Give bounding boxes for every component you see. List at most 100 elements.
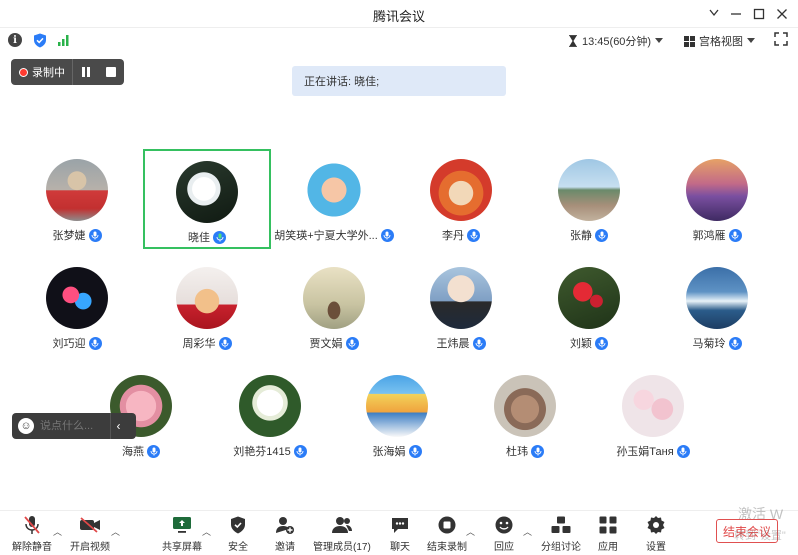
participant-name: 孙玉娟Таня [616,446,674,458]
pause-icon [81,67,90,77]
participant-name-row: 孙玉娟Таня [589,443,717,459]
chat-input[interactable] [40,420,104,432]
participant-tile[interactable]: 李丹 [397,149,525,249]
settings-button[interactable]: 设置 [645,514,667,553]
participant-tile[interactable]: 孙玉娟Таня [589,365,717,465]
reaction-label: 回应 [494,542,514,553]
chevron-up-icon[interactable]: ︿ [202,525,211,538]
mic-icon [408,444,422,458]
avatar [686,159,748,221]
participant-name-row: 王炜晨 [397,335,525,351]
participant-name-row: 胡笑瑛+宁夏大学外... [270,227,398,243]
manage-members-button[interactable]: 管理成员(17) [313,514,371,553]
participant-tile[interactable]: 张海娟 [333,365,461,465]
participant-tile[interactable]: 贾文娟 [270,257,398,357]
reaction-button[interactable]: 回应 [493,514,515,553]
shield-icon[interactable] [32,32,48,48]
breakout-button[interactable]: 分组讨论 [541,514,581,553]
recording-label: 录制中 [32,67,65,79]
participant-tile[interactable]: 刘巧迎 [13,257,141,357]
avatar [494,375,556,437]
participant-name: 胡笑瑛+宁夏大学外... [274,230,378,242]
close-icon[interactable] [771,4,793,24]
chevron-up-icon[interactable]: ︿ [523,525,532,538]
apps-button[interactable]: 应用 [597,514,619,553]
chevron-up-icon[interactable]: ︿ [53,525,62,538]
participant-tile[interactable]: 晓佳 [143,149,271,249]
participant-tile[interactable]: 刘颖 [525,257,653,357]
end-meeting-button[interactable]: 结束会议 [716,519,778,543]
share-screen-button[interactable]: 共享屏幕 [162,514,202,553]
video-off-icon [79,514,101,536]
participant-name-row: 晓佳 [145,229,269,245]
mic-icon [147,444,160,458]
apps-label: 应用 [598,542,618,553]
security-label: 安全 [228,542,248,553]
chat-label: 聊天 [390,542,410,553]
participant-tile[interactable]: 马菊玲 [653,257,781,357]
participant-tile[interactable]: 张梦婕 [13,149,141,249]
end-recording-button[interactable]: 结束录制 [427,514,467,553]
pause-recording-button[interactable] [73,59,98,85]
shield-icon [227,514,249,536]
grid-icon [684,35,695,47]
start-video-button[interactable]: 开启视频 [70,514,110,553]
unmute-button[interactable]: 解除静音 [12,514,52,553]
participant-tile[interactable]: 周彩华 [143,257,271,357]
info-icon[interactable]: i [8,33,22,47]
unmute-label: 解除静音 [12,542,52,553]
participant-tile[interactable]: 杜玮 [461,365,589,465]
mic-icon [728,228,742,242]
participant-name-row: 刘颖 [525,335,653,351]
end-recording-label: 结束录制 [427,542,467,553]
participant-name-row: 张海娟 [333,443,461,459]
meeting-timer[interactable]: 13:45(60分钟) [568,33,664,49]
avatar [558,159,620,221]
participant-name: 李丹 [442,230,464,242]
participant-name-row: 李丹 [397,227,525,243]
mic-icon [676,444,690,458]
chevron-left-icon[interactable]: ‹ [110,413,126,439]
participant-tile[interactable]: 胡笑瑛+宁夏大学外... [270,149,398,249]
maximize-icon[interactable] [748,4,770,24]
mic-speaking-icon [213,230,226,244]
settings-label: 设置 [646,542,666,553]
chevron-down-icon [655,38,664,43]
chevron-up-icon[interactable]: ︿ [111,525,120,538]
invite-label: 邀请 [275,542,295,553]
grid-view-button[interactable]: 宫格视图 [684,33,755,49]
participant-name: 王炜晨 [436,338,470,350]
participant-name: 晓佳 [188,232,210,244]
avatar [176,161,238,223]
chevron-up-icon[interactable]: ︿ [466,525,475,538]
participant-name: 张梦婕 [52,230,86,242]
minimize-icon[interactable] [725,4,747,24]
signal-icon[interactable] [56,32,72,48]
security-button[interactable]: 安全 [227,514,249,553]
stop-recording-button[interactable] [98,59,123,85]
mic-icon [88,336,102,350]
participant-name-row: 贾文娟 [270,335,398,351]
participant-tile[interactable]: 刘艳芬1415 [206,365,334,465]
participant-name: 贾文娟 [309,338,343,350]
participant-name-row: 张静 [525,227,653,243]
participant-name: 张静 [570,230,592,242]
participant-name-row: 郭鸿雁 [653,227,781,243]
avatar [430,159,492,221]
recording-bar: 录制中 [11,59,124,85]
participant-name: 马菊玲 [692,338,726,350]
record-dot-icon [19,67,28,77]
invite-button[interactable]: 邀请 [274,514,296,553]
fullscreen-icon[interactable] [774,32,790,48]
chat-button[interactable]: 聊天 [389,514,411,553]
mic-icon [531,444,544,458]
participant-tile[interactable]: 张静 [525,149,653,249]
info-bar: i 13:45(60分钟) 宫格视图 [0,28,798,52]
participant-tile[interactable]: 郭鸿雁 [653,149,781,249]
pin-icon[interactable] [703,4,725,24]
gear-icon [645,514,667,536]
participant-name: 海燕 [122,446,144,458]
emoji-icon[interactable]: ☺ [18,418,34,434]
participant-tile[interactable]: 王炜晨 [397,257,525,357]
avatar [303,159,365,221]
